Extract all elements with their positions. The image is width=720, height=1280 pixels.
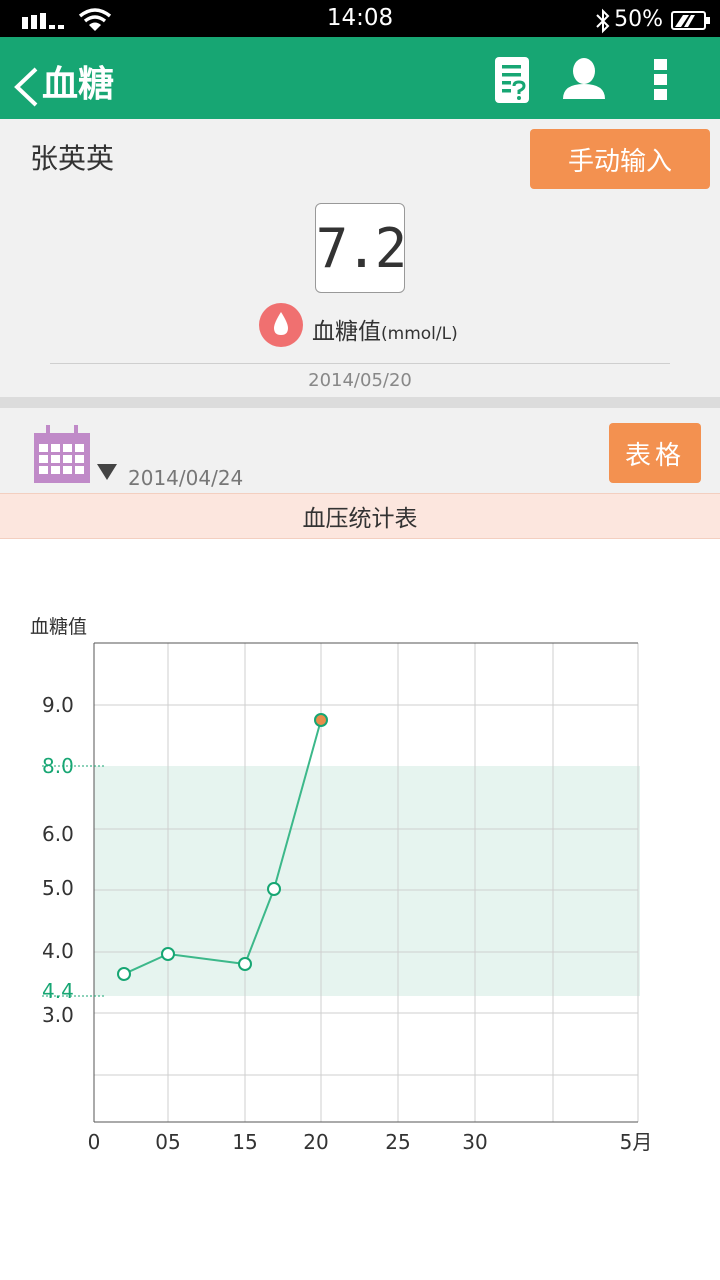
x-tick-label: 15 xyxy=(232,1130,257,1154)
data-point[interactable] xyxy=(238,957,252,971)
y-tick-label: 5.0 xyxy=(42,876,74,900)
y-tick-label: 8.0 xyxy=(42,754,74,778)
patient-name: 张英英 xyxy=(30,142,115,175)
x-tick-label: 0 xyxy=(88,1130,101,1154)
back-button[interactable] xyxy=(12,67,40,107)
manual-input-button[interactable]: 手动输入 xyxy=(530,129,710,189)
value-unit: (mmol/L) xyxy=(381,324,458,344)
y-tick-label: 4.4 xyxy=(42,979,74,1003)
y-axis-label: 血糖值 xyxy=(30,616,87,638)
filter-bar: 2014/04/24 表格 xyxy=(0,408,720,493)
y-tick-label: 3.0 xyxy=(42,1003,74,1027)
current-reading-panel: 张英英 手动输入 7.2 血糖值(mmol/L) 2014/05/20 xyxy=(0,119,720,397)
data-point[interactable] xyxy=(267,882,281,896)
battery-percent: 50% xyxy=(614,7,663,32)
calendar-icon[interactable] xyxy=(34,425,90,483)
page-title: 血糖 xyxy=(42,64,115,105)
x-ticks: 0 05 15 20 25 30 5月 xyxy=(88,1130,653,1154)
y-ticks: 9.0 8.0 6.0 5.0 4.0 4.43.0 xyxy=(42,693,74,1027)
status-bar: 14:08 50% xyxy=(0,0,720,37)
more-menu-icon[interactable] xyxy=(654,59,668,101)
chart-title: 血压统计表 xyxy=(0,493,720,539)
data-point[interactable] xyxy=(161,947,175,961)
blood-drop-icon xyxy=(259,303,303,347)
help-document-icon[interactable] xyxy=(493,56,531,104)
battery-icon xyxy=(671,11,710,30)
blood-glucose-chart: 血糖值 9.0 8.0 6.0 5.0 4.0 4.43.0 0 05 15 20 25 30 5月 xyxy=(30,616,653,1154)
y-tick-label: 6.0 xyxy=(42,822,74,846)
x-tick-label: 5月 xyxy=(620,1130,653,1154)
value-label-text: 血糖值 xyxy=(312,319,381,345)
chevron-down-icon[interactable] xyxy=(97,464,117,480)
value-label: 血糖值(mmol/L) xyxy=(312,312,458,346)
normal-range-band xyxy=(94,766,640,996)
x-tick-label: 05 xyxy=(155,1130,180,1154)
filter-date[interactable]: 2014/04/24 xyxy=(128,466,243,490)
data-point[interactable] xyxy=(117,967,131,981)
table-view-button[interactable]: 表格 xyxy=(609,423,701,483)
x-tick-label: 25 xyxy=(385,1130,410,1154)
current-value: 7.2 xyxy=(315,203,407,293)
data-point[interactable] xyxy=(314,713,328,727)
y-tick-label: 9.0 xyxy=(42,693,74,717)
reading-date: 2014/05/20 xyxy=(308,370,412,391)
user-profile-icon[interactable] xyxy=(562,56,606,100)
section-separator xyxy=(0,397,720,408)
x-tick-label: 30 xyxy=(462,1130,487,1154)
divider xyxy=(50,363,670,364)
x-tick-label: 20 xyxy=(303,1130,328,1154)
y-tick-label: 4.0 xyxy=(42,939,74,963)
app-bar: 血糖 xyxy=(0,37,720,119)
bluetooth-icon xyxy=(596,8,610,34)
status-time: 14:08 xyxy=(326,5,394,31)
